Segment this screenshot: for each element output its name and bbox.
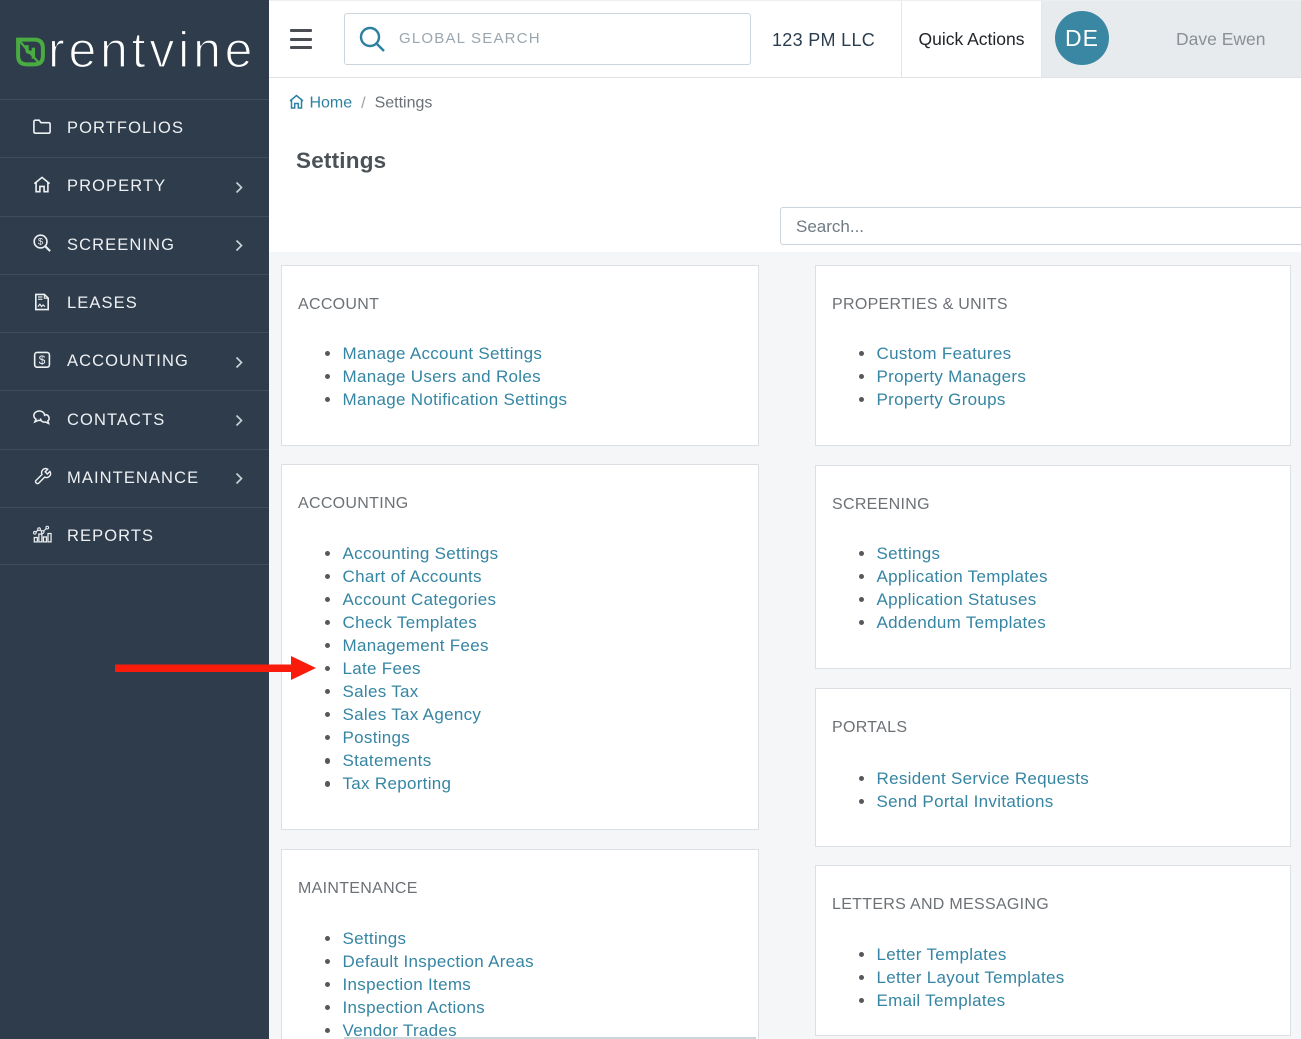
- svg-text:$: $: [38, 237, 43, 247]
- svg-text:$: $: [39, 353, 46, 367]
